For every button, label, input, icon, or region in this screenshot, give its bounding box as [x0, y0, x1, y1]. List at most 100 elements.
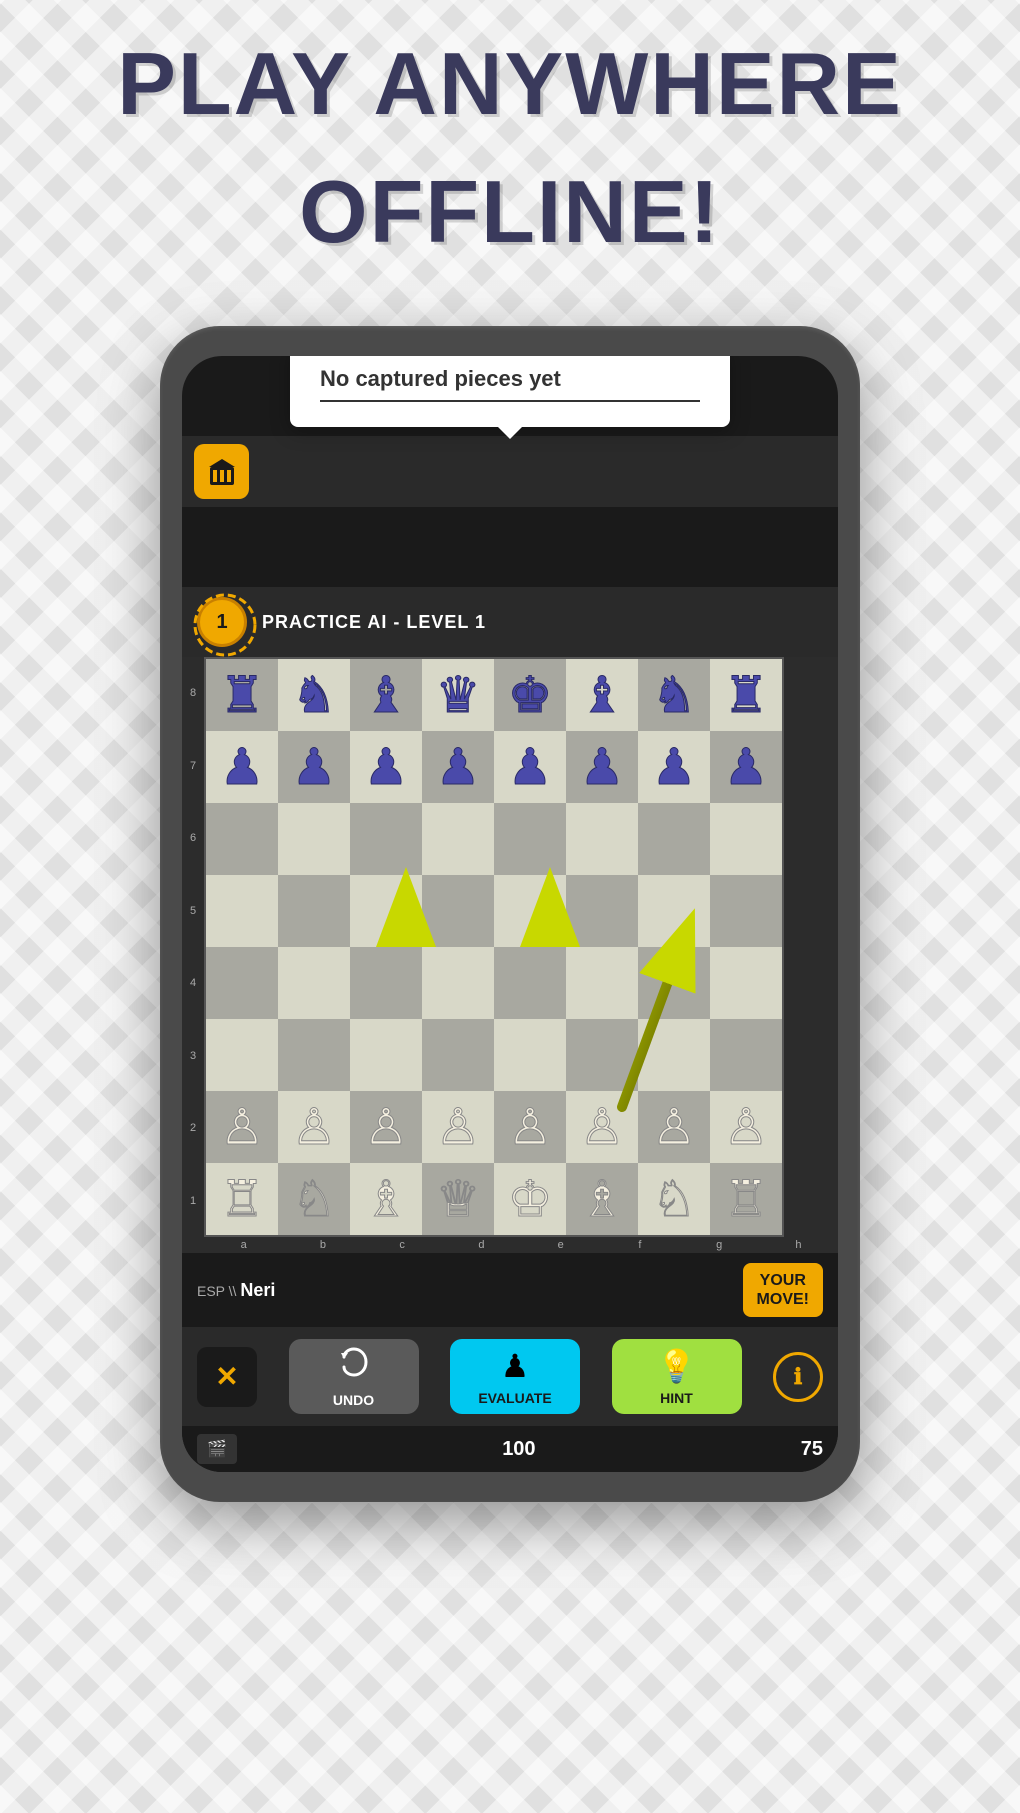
table-row[interactable] [710, 875, 782, 947]
table-row[interactable] [350, 947, 422, 1019]
row-coord-3: 3 [185, 1020, 201, 1092]
table-row[interactable] [566, 803, 638, 875]
table-row[interactable] [422, 875, 494, 947]
chess-board[interactable]: ♜ ♞ ♝ ♛ ♚ ♝ [204, 657, 784, 1237]
player-info: ESP \\ Neri [197, 1280, 275, 1301]
hint-label: HINT [660, 1390, 693, 1406]
table-row[interactable] [638, 947, 710, 1019]
hint-button[interactable]: 💡 HINT [612, 1339, 742, 1414]
undo-label: UNDO [333, 1392, 374, 1408]
title-line2: OFFLINE! [117, 168, 903, 256]
table-row[interactable] [566, 947, 638, 1019]
score-2: 75 [801, 1438, 823, 1461]
table-row[interactable]: ♙ [350, 1091, 422, 1163]
table-row[interactable]: ♙ [566, 1091, 638, 1163]
phone-frame: No captured pieces yet [160, 326, 860, 1502]
table-row[interactable] [494, 803, 566, 875]
table-row[interactable]: ♟ [350, 731, 422, 803]
table-row[interactable]: ♔ [494, 1163, 566, 1235]
table-row[interactable]: ♝ [350, 659, 422, 731]
table-row[interactable] [494, 875, 566, 947]
table-row[interactable]: ♙ [710, 1091, 782, 1163]
phone-screen: No captured pieces yet [182, 356, 838, 1472]
table-row[interactable] [710, 803, 782, 875]
close-button[interactable]: ✕ [197, 1347, 257, 1407]
title-line1: PLAY ANYWHERE [117, 40, 903, 128]
score-1: 100 [502, 1438, 535, 1461]
table-row[interactable]: ♘ [638, 1163, 710, 1235]
table-row[interactable]: ♛ [422, 659, 494, 731]
table-row[interactable]: ♗ [350, 1163, 422, 1235]
table-row[interactable]: ♟ [566, 731, 638, 803]
table-row[interactable] [566, 875, 638, 947]
table-row[interactable] [638, 803, 710, 875]
table-row[interactable]: ♙ [206, 1091, 278, 1163]
table-row[interactable]: ♟ [206, 731, 278, 803]
table-row[interactable] [422, 1019, 494, 1091]
table-row[interactable]: ♟ [710, 731, 782, 803]
table-row[interactable] [710, 1019, 782, 1091]
level-badge: 1 [197, 597, 247, 647]
table-row[interactable] [278, 947, 350, 1019]
table-row[interactable] [278, 875, 350, 947]
chess-area: 8 7 6 5 4 3 2 1 [182, 657, 838, 1253]
row-coord-5: 5 [185, 875, 201, 947]
table-row[interactable]: ♙ [422, 1091, 494, 1163]
table-row[interactable] [350, 1019, 422, 1091]
table-row[interactable] [638, 1019, 710, 1091]
row-coord-4: 4 [185, 947, 201, 1019]
info-icon: ℹ [794, 1364, 802, 1390]
table-row[interactable]: ♖ [206, 1163, 278, 1235]
table-row[interactable]: ♝ [566, 659, 638, 731]
table-row[interactable]: ♙ [638, 1091, 710, 1163]
table-row[interactable]: ♟ [494, 731, 566, 803]
table-row[interactable] [350, 875, 422, 947]
col-coordinates: a b c d e f g h [182, 1237, 838, 1253]
evaluate-label: EVALUATE [478, 1390, 551, 1406]
table-row[interactable] [278, 803, 350, 875]
table-row[interactable]: ♟ [278, 731, 350, 803]
table-row[interactable]: ♗ [566, 1163, 638, 1235]
table-row[interactable] [494, 947, 566, 1019]
row-coord-6: 6 [185, 802, 201, 874]
table-row[interactable] [206, 803, 278, 875]
chess-board-container: 8 7 6 5 4 3 2 1 [182, 657, 838, 1253]
table-row[interactable]: ♖ [710, 1163, 782, 1235]
tooltip-text: No captured pieces yet [320, 366, 700, 392]
table-row[interactable]: ♟ [638, 731, 710, 803]
evaluate-icon: ♟ [501, 1347, 530, 1385]
table-row[interactable] [638, 875, 710, 947]
table-row[interactable]: ♞ [638, 659, 710, 731]
table-row[interactable] [350, 803, 422, 875]
film-icon[interactable]: 🎬 [197, 1434, 237, 1464]
table-row[interactable]: ♟ [422, 731, 494, 803]
your-move-badge: YOURMOVE! [743, 1263, 823, 1317]
table-row[interactable] [710, 947, 782, 1019]
table-row[interactable]: ♞ [278, 659, 350, 731]
table-row[interactable]: ♚ [494, 659, 566, 731]
game-header: 1 PRACTICE AI - LEVEL 1 [182, 587, 838, 657]
table-row[interactable]: ♕ [422, 1163, 494, 1235]
table-row[interactable] [422, 803, 494, 875]
undo-button[interactable]: UNDO [289, 1339, 419, 1414]
row-coord-7: 7 [185, 730, 201, 802]
table-row[interactable] [206, 947, 278, 1019]
row-coord-8: 8 [185, 657, 201, 729]
table-row[interactable] [278, 1019, 350, 1091]
table-row[interactable] [494, 1019, 566, 1091]
player-flag: ESP \\ [197, 1283, 240, 1299]
evaluate-button[interactable]: ♟ EVALUATE [450, 1339, 580, 1414]
col-coord-e: e [525, 1239, 597, 1251]
table-row[interactable]: ♘ [278, 1163, 350, 1235]
info-button[interactable]: ℹ [773, 1352, 823, 1402]
table-row[interactable]: ♜ [206, 659, 278, 731]
table-row[interactable] [566, 1019, 638, 1091]
table-row[interactable] [206, 1019, 278, 1091]
table-row[interactable] [206, 875, 278, 947]
table-row[interactable]: ♜ [710, 659, 782, 731]
museum-icon-button[interactable] [194, 444, 249, 499]
undo-icon [336, 1345, 371, 1387]
table-row[interactable] [422, 947, 494, 1019]
table-row[interactable]: ♙ [494, 1091, 566, 1163]
table-row[interactable]: ♙ [278, 1091, 350, 1163]
